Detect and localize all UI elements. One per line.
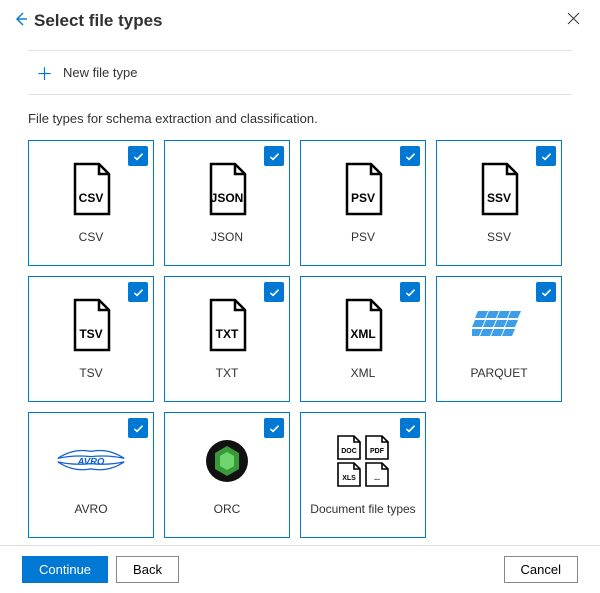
file-type-tile-ssv[interactable]: SSV SSV xyxy=(436,140,562,266)
check-icon xyxy=(264,282,284,302)
file-type-label: TXT xyxy=(216,366,239,380)
file-type-icon: TXT xyxy=(205,298,249,352)
check-icon xyxy=(264,146,284,166)
file-type-label: PSV xyxy=(351,230,375,244)
file-type-icon: CSV xyxy=(69,162,113,216)
check-icon xyxy=(536,146,556,166)
svg-text:PSV: PSV xyxy=(351,191,375,205)
close-button[interactable] xyxy=(561,10,586,32)
check-icon xyxy=(536,282,556,302)
file-type-label: TSV xyxy=(79,366,102,380)
file-type-tile-csv[interactable]: CSV CSV xyxy=(28,140,154,266)
new-file-type-label: New file type xyxy=(63,65,137,80)
check-icon xyxy=(400,282,420,302)
check-icon xyxy=(400,418,420,438)
svg-text:XLS: XLS xyxy=(342,475,356,482)
file-type-tile-json[interactable]: JSON JSON xyxy=(164,140,290,266)
new-file-type-button[interactable]: ＋ New file type xyxy=(28,50,572,95)
file-type-icon xyxy=(472,298,526,352)
svg-text:AVRO: AVRO xyxy=(76,457,105,468)
file-type-icon: SSV xyxy=(477,162,521,216)
file-type-tile-xml[interactable]: XML XML xyxy=(300,276,426,402)
file-type-icon: DOC PDF XLS... xyxy=(334,434,392,488)
page-title: Select file types xyxy=(34,11,561,31)
check-icon xyxy=(264,418,284,438)
check-icon xyxy=(128,282,148,302)
svg-text:SSV: SSV xyxy=(487,191,511,205)
file-type-tile-tsv[interactable]: TSV TSV xyxy=(28,276,154,402)
svg-text:XML: XML xyxy=(350,327,375,341)
svg-text:TXT: TXT xyxy=(216,327,239,341)
cancel-button[interactable]: Cancel xyxy=(504,556,578,583)
description-text: File types for schema extraction and cla… xyxy=(28,111,572,126)
svg-text:JSON: JSON xyxy=(211,191,244,205)
svg-text:TSV: TSV xyxy=(79,327,102,341)
file-type-icon: TSV xyxy=(69,298,113,352)
check-icon xyxy=(128,418,148,438)
file-type-tile-avro[interactable]: AVRO AVRO xyxy=(28,412,154,538)
file-type-tile-orc[interactable]: ORC xyxy=(164,412,290,538)
check-icon xyxy=(128,146,148,166)
file-type-tile-parquet[interactable]: PARQUET xyxy=(436,276,562,402)
file-type-tile-txt[interactable]: TXT TXT xyxy=(164,276,290,402)
continue-button[interactable]: Continue xyxy=(22,556,108,583)
svg-text:DOC: DOC xyxy=(341,448,357,455)
file-type-label: PARQUET xyxy=(470,366,527,380)
back-button[interactable]: Back xyxy=(116,556,179,583)
svg-text:CSV: CSV xyxy=(79,191,104,205)
file-type-label: ORC xyxy=(214,502,241,516)
file-type-icon: XML xyxy=(341,298,385,352)
file-type-icon: PSV xyxy=(341,162,385,216)
file-type-label: AVRO xyxy=(74,502,107,516)
file-type-label: JSON xyxy=(211,230,243,244)
file-type-icon xyxy=(204,434,250,488)
file-type-tile-document-file-types[interactable]: DOC PDF XLS... Document file types xyxy=(300,412,426,538)
svg-text:PDF: PDF xyxy=(370,448,385,455)
plus-icon: ＋ xyxy=(36,60,53,85)
file-type-label: SSV xyxy=(487,230,511,244)
file-type-icon: JSON xyxy=(205,162,249,216)
back-arrow-icon[interactable] xyxy=(14,12,28,30)
file-type-tile-psv[interactable]: PSV PSV xyxy=(300,140,426,266)
check-icon xyxy=(400,146,420,166)
file-type-grid: CSV CSV JSON JSON PSV PSV SSV SSV TSV TSV TXT TXT XM… xyxy=(28,140,572,538)
file-type-icon: AVRO xyxy=(56,434,126,488)
file-type-label: CSV xyxy=(79,230,104,244)
file-type-label: XML xyxy=(351,366,376,380)
svg-text:...: ... xyxy=(374,475,380,482)
file-type-label: Document file types xyxy=(310,502,415,516)
